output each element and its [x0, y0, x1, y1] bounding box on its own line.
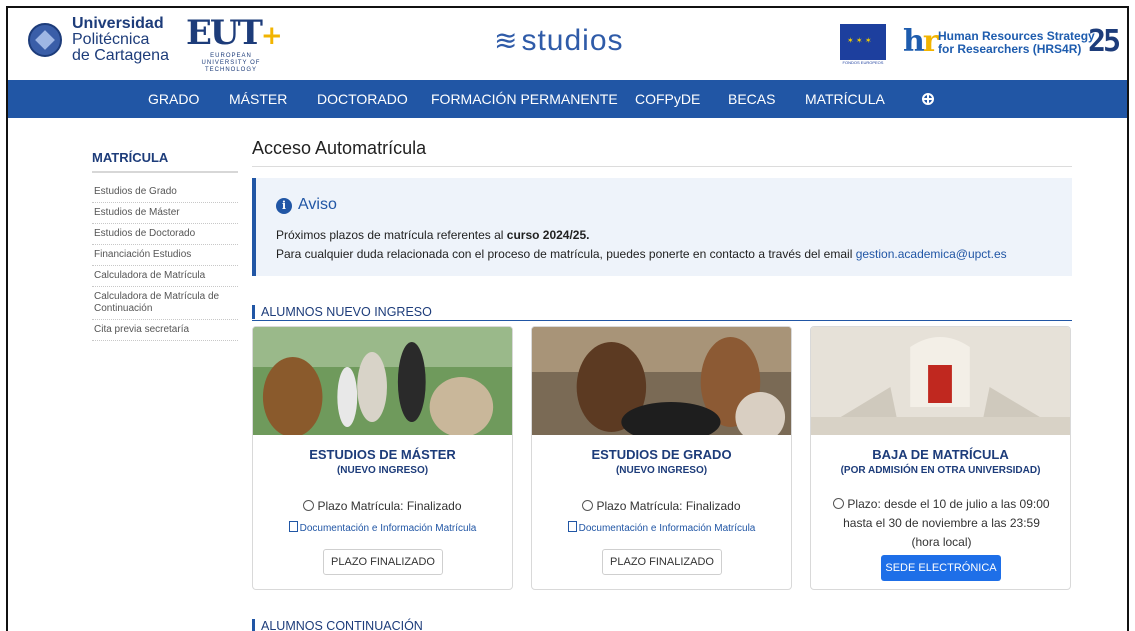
- nav-item-master[interactable]: MÁSTER: [229, 80, 287, 118]
- hrs4r-line: for Researchers (HRS4R): [938, 42, 1082, 56]
- card-doc-text: Documentación e Información Matrícula: [299, 523, 477, 534]
- clock-icon: [833, 498, 845, 509]
- upct-name-line: Politécnica: [72, 31, 150, 48]
- nav-item-becas[interactable]: BECAS: [728, 80, 775, 118]
- plazo-finalizado-button[interactable]: PLAZO FINALIZADO: [602, 549, 722, 575]
- notice-line-2-text: Para cualquier duda relacionada con el p…: [276, 247, 856, 261]
- sidebar-item-estudios-doctorado[interactable]: Estudios de Doctorado: [92, 224, 238, 245]
- sidebar-item-estudios-grado[interactable]: Estudios de Grado: [92, 182, 238, 203]
- card-deadline: Plazo: desde el 10 de julio a las 09:00 …: [831, 495, 1052, 552]
- notice-line-1: Próximos plazos de matrícula referentes …: [276, 228, 590, 242]
- students-photo: [532, 327, 791, 435]
- sidebar-item-estudios-master[interactable]: Estudios de Máster: [92, 203, 238, 224]
- sidebar-menu: Estudios de Grado Estudios de Máster Est…: [92, 182, 238, 341]
- card-deadline-text: Plazo Matrícula: Finalizado: [317, 499, 462, 513]
- nav-item-doctorado[interactable]: DOCTORADO: [317, 80, 408, 118]
- upct-logo[interactable]: Universidad Politécnica de Cartagena: [28, 16, 169, 64]
- card-deadline-text: Plazo: desde el 10 de julio a las 09:00 …: [843, 497, 1050, 549]
- upct-name: Universidad Politécnica de Cartagena: [72, 16, 169, 64]
- notice-line-2: Para cualquier duda relacionada con el p…: [276, 247, 1007, 261]
- clock-icon: [582, 500, 594, 511]
- document-icon: [567, 521, 577, 532]
- plazo-finalizado-button[interactable]: PLAZO FINALIZADO: [323, 549, 443, 575]
- nav-item-cofpyde[interactable]: COFPyDE: [635, 80, 700, 118]
- title-divider: [252, 166, 1072, 167]
- eut-subtitle: EUROPEAN UNIVERSITY OF TECHNOLOGY: [201, 53, 261, 73]
- eut-mark: EUT+: [186, 16, 296, 53]
- sidebar-item-cita-previa[interactable]: Cita previa secretaría: [92, 320, 238, 341]
- hrs4r-text[interactable]: Human Resources Strategy for Researchers…: [938, 30, 1095, 56]
- section-title-continuacion: ALUMNOS CONTINUACIÓN: [252, 619, 423, 631]
- main-nav: GRADO MÁSTER DOCTORADO FORMACIÓN PERMANE…: [8, 80, 1127, 118]
- page-title: Acceso Automatrícula: [252, 138, 427, 158]
- sidebar-title: MATRÍCULA: [92, 150, 169, 165]
- eu-funds-label: FONDOS EUROPEOS: [842, 60, 884, 65]
- info-icon: i: [276, 198, 292, 214]
- card-subtitle: (POR ADMISIÓN EN OTRA UNIVERSIDAD): [840, 465, 1041, 476]
- portal-title-text: studios: [521, 24, 624, 57]
- card-deadline: Plazo Matrícula: Finalizado: [532, 499, 791, 513]
- nav-item-grado[interactable]: GRADO: [148, 80, 199, 118]
- upct-name-line: Universidad: [72, 15, 164, 32]
- notice-heading: Aviso: [298, 196, 337, 213]
- card-estudios-master: ESTUDIOS DE MÁSTER (NUEVO INGRESO) Plazo…: [252, 326, 513, 590]
- notice-course: curso 2024/25.: [506, 228, 590, 242]
- sidebar-item-calculadora-continuacion[interactable]: Calculadora de Matrícula de Continuación: [92, 287, 238, 320]
- card-title: BAJA DE MATRÍCULA: [872, 447, 1009, 462]
- portal-title[interactable]: ≋ studios: [494, 24, 624, 58]
- card-title: ESTUDIOS DE GRADO: [591, 447, 732, 462]
- nav-item-formacion-permanente[interactable]: FORMACIÓN PERMANENTE: [431, 80, 618, 118]
- anniversary-logo: 25: [1088, 24, 1121, 59]
- card-doc-link[interactable]: Documentación e Información Matrícula: [532, 521, 791, 534]
- students-photo: [253, 327, 512, 435]
- eut-logo[interactable]: EUT+ EUROPEAN UNIVERSITY OF TECHNOLOGY: [186, 16, 296, 74]
- sede-electronica-button[interactable]: SEDE ELECTRÓNICA: [881, 555, 1001, 581]
- site-header: Universidad Politécnica de Cartagena EUT…: [8, 8, 1127, 80]
- hr-excellence-logo[interactable]: hr: [903, 24, 939, 59]
- eut-plus: +: [260, 21, 283, 51]
- sidebar-item-calculadora[interactable]: Calculadora de Matrícula: [92, 266, 238, 287]
- eut-name: EUT: [186, 13, 263, 53]
- sidebar-item-financiacion[interactable]: Financiación Estudios: [92, 245, 238, 266]
- hr-r: r: [922, 24, 939, 59]
- email-link[interactable]: gestion.academica@upct.es: [856, 247, 1007, 261]
- eu-flag-icon: [840, 24, 886, 60]
- card-doc-text: Documentación e Información Matrícula: [578, 523, 756, 534]
- globe-icon[interactable]: [922, 93, 934, 105]
- building-photo: [811, 327, 1070, 435]
- upct-seal-icon: [28, 23, 62, 57]
- section-divider: [252, 320, 1072, 321]
- browser-page: Universidad Politécnica de Cartagena EUT…: [6, 6, 1129, 631]
- upct-name-line: de Cartagena: [72, 47, 169, 64]
- notice-line-1-text: Próximos plazos de matrícula referentes …: [276, 228, 507, 242]
- card-title: ESTUDIOS DE MÁSTER: [309, 447, 456, 462]
- sidebar-divider: [92, 171, 238, 173]
- nav-item-matricula[interactable]: MATRÍCULA: [805, 80, 885, 118]
- card-deadline-text: Plazo Matrícula: Finalizado: [596, 499, 741, 513]
- card-baja-matricula: BAJA DE MATRÍCULA (POR ADMISIÓN EN OTRA …: [810, 326, 1071, 590]
- section-title-nuevo-ingreso: ALUMNOS NUEVO INGRESO: [252, 305, 432, 319]
- card-subtitle: (NUEVO INGRESO): [615, 465, 708, 476]
- document-icon: [288, 521, 298, 532]
- card-subtitle: (NUEVO INGRESO): [336, 465, 429, 476]
- notice-box: i Aviso Próximos plazos de matrícula ref…: [252, 178, 1072, 276]
- card-estudios-grado: ESTUDIOS DE GRADO (NUEVO INGRESO) Plazo …: [531, 326, 792, 590]
- studios-e-icon: ≋: [494, 25, 519, 56]
- card-deadline: Plazo Matrícula: Finalizado: [253, 499, 512, 513]
- clock-icon: [303, 500, 315, 511]
- card-doc-link[interactable]: Documentación e Información Matrícula: [253, 521, 512, 534]
